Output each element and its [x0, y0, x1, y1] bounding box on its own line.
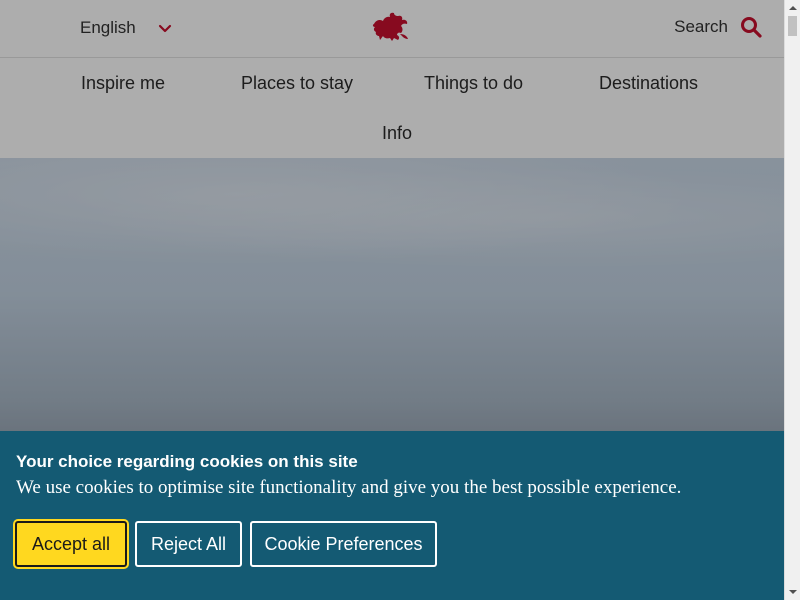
- scroll-up-arrow-icon[interactable]: [785, 0, 800, 16]
- cookie-banner-heading: Your choice regarding cookies on this si…: [16, 452, 358, 471]
- scroll-down-arrow-icon[interactable]: [785, 584, 800, 600]
- cookie-preferences-button[interactable]: Cookie Preferences: [250, 521, 437, 567]
- scrollbar-thumb[interactable]: [788, 16, 797, 36]
- reject-all-button[interactable]: Reject All: [135, 521, 242, 567]
- cookie-banner-text: We use cookies to optimise site function…: [16, 477, 682, 498]
- scrollbar[interactable]: [784, 0, 800, 600]
- cookie-banner: Your choice regarding cookies on this si…: [0, 431, 784, 600]
- accept-all-button[interactable]: Accept all: [15, 521, 127, 567]
